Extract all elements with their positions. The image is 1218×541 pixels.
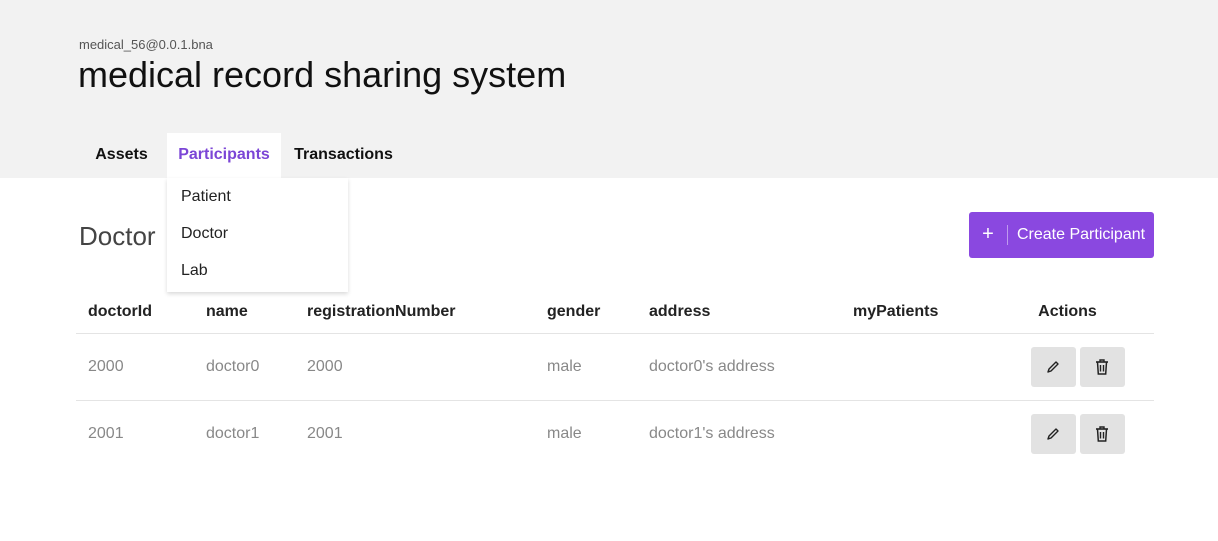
cell-address: doctor0's address (649, 333, 853, 401)
cell-gender: male (547, 333, 649, 401)
dropdown-item-lab[interactable]: Lab (167, 252, 348, 289)
dropdown-item-patient[interactable]: Patient (167, 178, 348, 215)
app-id: medical_56@0.0.1.bna (79, 37, 213, 52)
delete-button[interactable] (1079, 414, 1125, 454)
cell-mypatients (853, 333, 981, 401)
section-title: Doctor (79, 221, 156, 251)
cell-gender: male (547, 425, 582, 442)
plus-icon: + (969, 224, 1008, 245)
pencil-icon (1047, 428, 1059, 440)
trash-icon (1096, 359, 1108, 375)
edit-button[interactable] (1030, 347, 1076, 387)
edit-button[interactable] (1030, 414, 1076, 454)
cell-registrationnumber: 2001 (307, 425, 343, 442)
create-participant-button[interactable]: + Create Participant (969, 212, 1154, 258)
cell-name: doctor1 (206, 425, 260, 442)
table-row: 2000 doctor0 2000 male doctor0's address (76, 333, 1154, 401)
participants-table: doctorId name registrationNumber gender … (76, 290, 1154, 467)
column-header-gender[interactable]: gender (547, 290, 649, 334)
tab-participants[interactable]: Participants (167, 133, 281, 178)
cell-mypatients (853, 401, 981, 468)
column-header-name[interactable]: name (206, 290, 307, 334)
column-header-mypatients[interactable]: myPatients (853, 290, 981, 334)
table-header-row: doctorId name registrationNumber gender … (76, 290, 1154, 334)
pencil-icon (1047, 361, 1059, 373)
cell-actions (981, 333, 1154, 401)
nav-tabs: Assets Participants Transactions (76, 133, 406, 178)
table-row: 2001 doctor1 2001 male doctor1's address (76, 401, 1154, 468)
tab-assets[interactable]: Assets (76, 133, 167, 178)
page-title: medical record sharing system (78, 54, 567, 95)
cell-doctorid: 2000 (76, 333, 206, 401)
cell-registrationnumber: 2000 (307, 333, 547, 401)
tab-transactions[interactable]: Transactions (281, 133, 406, 178)
cell-actions (981, 401, 1154, 468)
app-header: medical_56@0.0.1.bna medical record shar… (0, 0, 1218, 178)
cell-doctorid: 2001 (88, 425, 124, 442)
dropdown-item-doctor[interactable]: Doctor (167, 215, 348, 252)
trash-icon (1096, 426, 1108, 442)
cell-address: doctor1's address (649, 425, 775, 442)
delete-button[interactable] (1079, 347, 1125, 387)
column-header-actions: Actions (981, 290, 1154, 334)
create-participant-label: Create Participant (1017, 226, 1146, 243)
column-header-registrationnumber[interactable]: registrationNumber (307, 290, 547, 334)
column-header-address[interactable]: address (649, 290, 853, 334)
column-header-doctorid[interactable]: doctorId (76, 290, 206, 334)
participants-dropdown: Patient Doctor Lab (167, 178, 348, 292)
cell-name: doctor0 (206, 333, 307, 401)
